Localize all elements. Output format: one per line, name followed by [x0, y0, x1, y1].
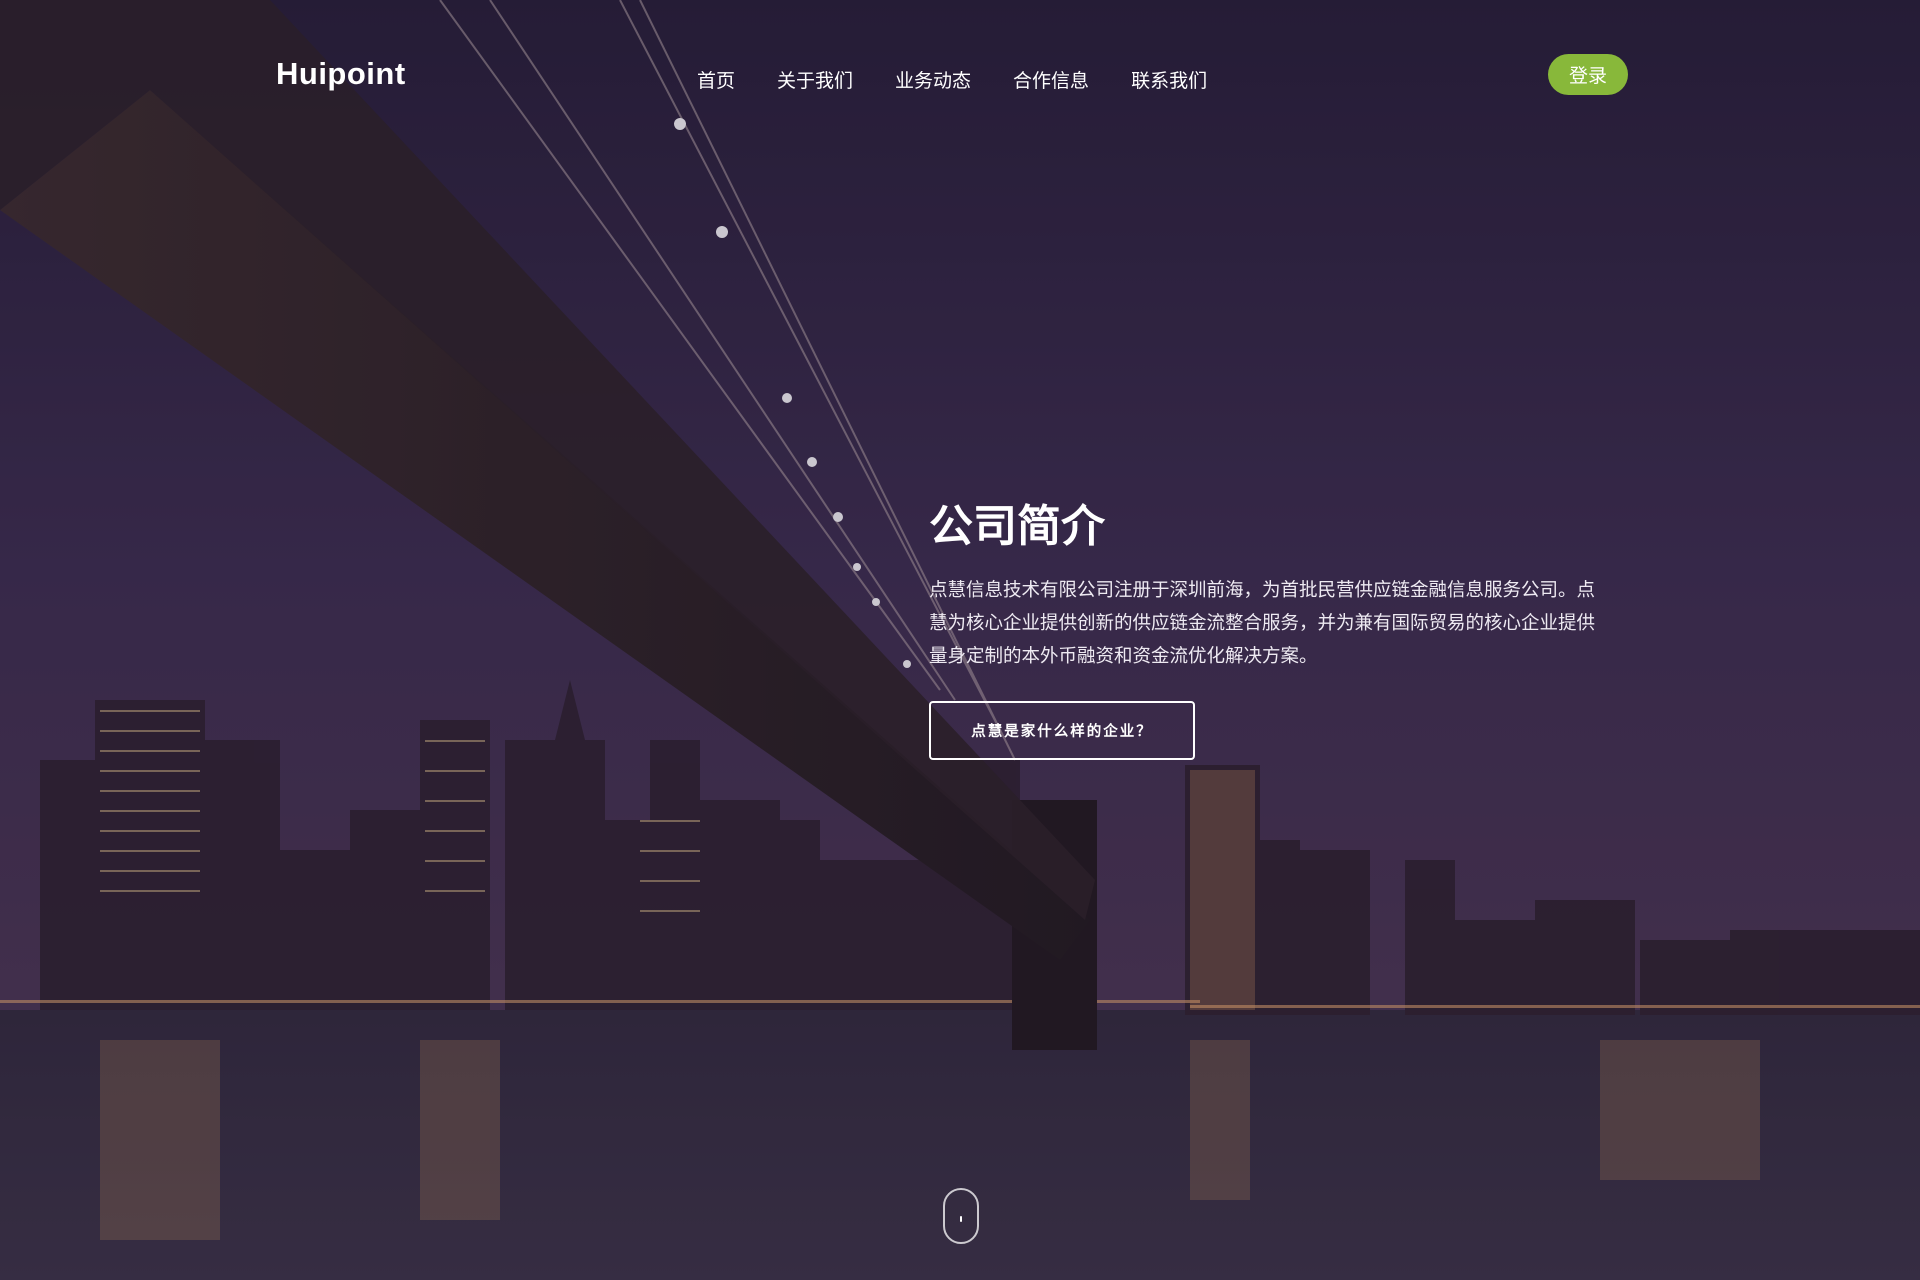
brand-logo[interactable]: Huipoint: [276, 56, 406, 92]
company-intro: 公司简介 点慧信息技术有限公司注册于深圳前海，为首批民营供应链金融信息服务公司。…: [929, 490, 1599, 673]
nav-item-about[interactable]: 关于我们: [777, 66, 853, 93]
mouse-scroll-icon[interactable]: [943, 1188, 979, 1244]
login-button[interactable]: 登录: [1548, 54, 1628, 95]
scroll-wheel-dot: [960, 1216, 962, 1222]
nav-item-home[interactable]: 首页: [697, 66, 735, 93]
nav-item-news[interactable]: 业务动态: [895, 66, 971, 93]
learn-more-button[interactable]: 点慧是家什么样的企业？: [929, 701, 1195, 760]
nav-item-cooperation[interactable]: 合作信息: [1013, 66, 1089, 93]
intro-title: 公司简介: [929, 501, 1105, 552]
intro-body: 点慧信息技术有限公司注册于深圳前海，为首批民营供应链金融信息服务公司。点慧为核心…: [929, 580, 1596, 667]
main-nav: 首页 关于我们 业务动态 合作信息 联系我们: [697, 66, 1249, 93]
nav-item-contact[interactable]: 联系我们: [1131, 66, 1207, 93]
